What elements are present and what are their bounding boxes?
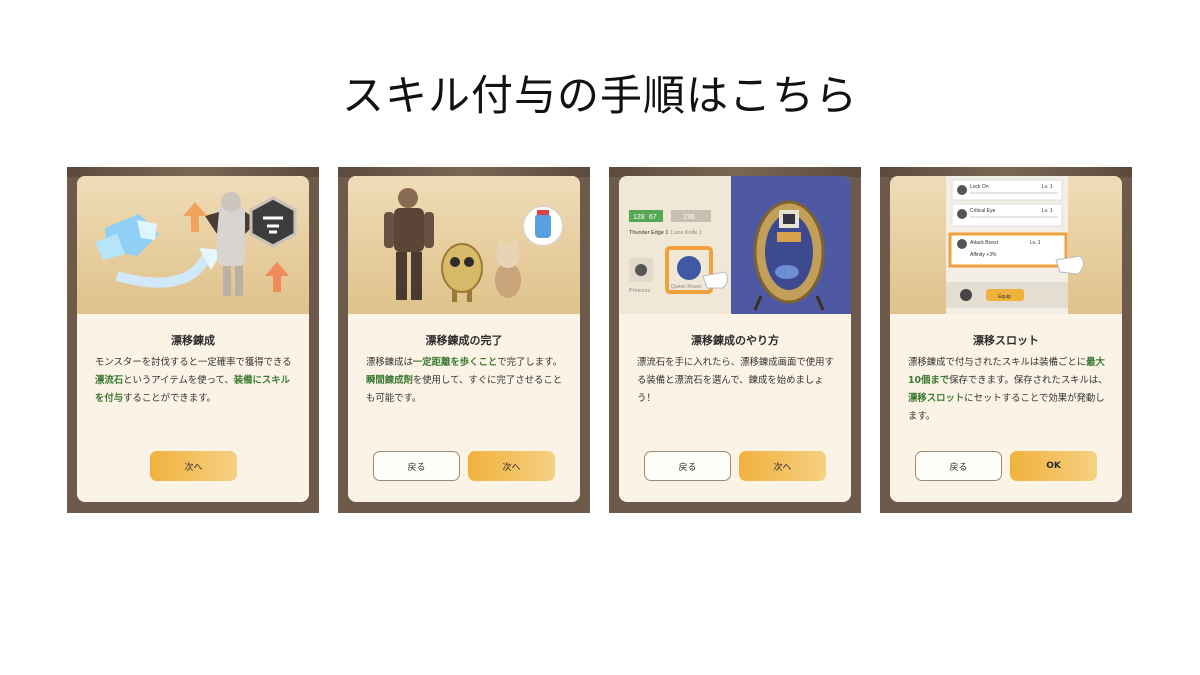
screenshot-panel-2: 漂移錬成の完了 漂移錬成は一定距離を歩くことで完了します。瞬間錬成剤を使用して、… [338, 167, 590, 513]
highlight-text: 一定距離を歩くこと [412, 357, 498, 368]
card-body: モンスターを討伐すると一定確率で獲得できる漂流石というアイテムを使って、装備にス… [95, 354, 295, 408]
card-body: 漂移錬成は一定距離を歩くことで完了します。瞬間錬成剤を使用して、すぐに完了させる… [366, 354, 566, 408]
card-title: 漂移錬成 [171, 334, 215, 347]
back-button[interactable]: 戻る [644, 451, 731, 481]
body-text: することができます。 [123, 393, 216, 404]
item-label: Luna Knife 1 [671, 230, 702, 236]
card-title: 漂移錬成のやり方 [691, 334, 779, 347]
body-text: モンスターを討伐すると一定確率で獲得で [95, 357, 273, 368]
card-title: 漂移スロット [973, 334, 1039, 347]
skill-row-selected: Attack Boost Lv. 1 Affinity +3% [948, 232, 1068, 268]
svg-text:Critical Eye: Critical Eye [970, 208, 996, 214]
tutorial-card: 漂移錬成の完了 漂移錬成は一定距離を歩くことで完了します。瞬間錬成剤を使用して、… [348, 176, 580, 502]
stat-value: 236 [683, 214, 695, 221]
svg-text:Lv. 1: Lv. 1 [1042, 184, 1053, 190]
body-text: きる [272, 357, 292, 368]
svg-text:Attack Boost: Attack Boost [970, 240, 999, 246]
tutorial-card: 128 67 236 Thunder Edge 1 Luna Knife 1 P… [619, 176, 851, 502]
body-text: にセットすること [964, 393, 1039, 404]
back-button[interactable]: 戻る [915, 451, 1002, 481]
stat-value: 128 [633, 214, 645, 221]
up-arrow-icon [265, 262, 289, 292]
next-button[interactable]: 次へ [150, 451, 237, 481]
next-button[interactable]: 次へ [468, 451, 555, 481]
back-button[interactable]: 戻る [373, 451, 460, 481]
tutorial-card: Lock On Lv. 1 Critical Eye Lv. 1 Attack … [890, 176, 1122, 502]
next-button[interactable]: 次へ [739, 451, 826, 481]
skill-badge-icon [249, 196, 297, 248]
svg-text:Equip: Equip [998, 294, 1011, 300]
highlight-text: 瞬間錬成剤 [366, 375, 413, 386]
skill-row: Critical Eye Lv. 1 [951, 203, 1063, 227]
back-icon [960, 289, 972, 301]
hunter-figure [384, 188, 434, 300]
body-text: 漂流石を手に入れたら、漂移錬成画面で使 [637, 357, 816, 368]
skill-row: Lock On Lv. 1 [951, 179, 1063, 201]
tutorial-card: 漂移錬成 モンスターを討伐すると一定確率で獲得できる漂流石というアイテムを使って… [77, 176, 309, 502]
card-title: 漂移錬成の完了 [425, 334, 503, 347]
body-text: 保存できます。保存された [949, 375, 1061, 386]
card-body: 漂移錬成で付与されたスキルは装備ごとに最大10個まで保存できます。保存されたスキ… [908, 354, 1108, 426]
palico-companion [495, 236, 521, 298]
highlight-text: 漂流石 [95, 375, 124, 386]
item-label: Princess [629, 288, 650, 294]
screenshot-panel-4: Lock On Lv. 1 Critical Eye Lv. 1 Attack … [880, 167, 1132, 513]
item-label: Queen Roses [671, 284, 702, 290]
highlight-text: 漂移スロット [908, 393, 965, 404]
stat-value: 67 [649, 214, 657, 221]
card-illustration: 128 67 236 Thunder Edge 1 Luna Knife 1 P… [619, 176, 851, 314]
screenshot-panel-3: 128 67 236 Thunder Edge 1 Luna Knife 1 P… [609, 167, 861, 513]
up-arrow-icon [183, 202, 207, 232]
armor-figure [205, 192, 259, 296]
card-body: 漂流石を手に入れたら、漂移錬成画面で使用する装備と漂流石を選んで、錬成を始めまし… [637, 354, 837, 408]
svg-text:Lock On: Lock On [970, 184, 989, 190]
item-label: Thunder Edge 1 [629, 230, 668, 236]
card-illustration: Lock On Lv. 1 Critical Eye Lv. 1 Attack … [890, 176, 1122, 314]
body-text: スキルは、 [1060, 375, 1108, 386]
ok-button[interactable]: OK [1010, 451, 1097, 481]
drift-stone-icon [677, 256, 701, 280]
card-illustration [77, 176, 309, 314]
screenshot-panel-1: 漂移錬成 モンスターを討伐すると一定確率で獲得できる漂流石というアイテムを使って… [67, 167, 319, 513]
body-text: す。 [544, 357, 562, 368]
body-text: 漂移錬成は [366, 357, 413, 368]
arrow-icon [115, 253, 212, 288]
card-illustration [348, 176, 580, 314]
potion-icon [522, 205, 564, 247]
drift-stone-icon [95, 214, 159, 260]
body-text: を使用して、すぐに完了さ [412, 375, 525, 386]
robot-companion [441, 243, 483, 302]
svg-text:Lv. 1: Lv. 1 [1042, 208, 1053, 214]
body-text: で完了しま [497, 357, 545, 368]
body-text: というアイテムを使って、 [123, 375, 234, 386]
svg-text:Affinity +3%: Affinity +3% [970, 252, 997, 258]
body-text: 漂移錬成で付与されたスキルは装備ごとに [908, 357, 1087, 368]
highlight-text: 装備 [233, 375, 253, 386]
page-title: スキル付与の手順はこちら [341, 71, 858, 120]
svg-text:Lv. 1: Lv. 1 [1030, 240, 1041, 246]
